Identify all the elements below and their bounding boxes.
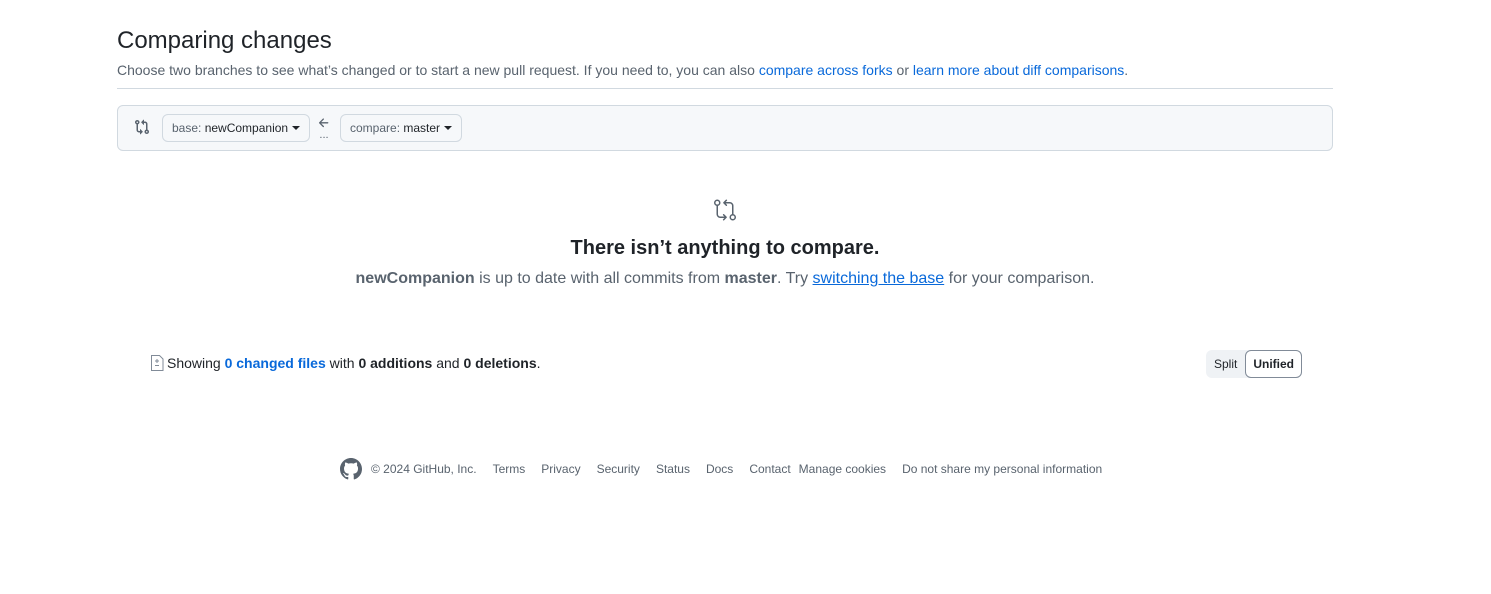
subtitle-or: or xyxy=(896,62,909,78)
range-editor: base: newCompanion ... compare: master xyxy=(117,105,1333,151)
base-branch-select[interactable]: base: newCompanion xyxy=(162,114,311,142)
base-branch-name: newCompanion xyxy=(204,121,289,135)
git-compare-icon xyxy=(713,198,737,222)
unified-view-button[interactable]: Unified xyxy=(1245,350,1303,378)
compare-prefix: compare: xyxy=(350,121,401,135)
subtitle-text: Choose two branches to see what’s change… xyxy=(117,62,755,78)
range-arrow: ... xyxy=(315,116,333,142)
range-dots: ... xyxy=(319,129,329,141)
caret-down-icon xyxy=(292,125,301,130)
showing-text: Showing xyxy=(167,355,221,371)
diff-summary: Showing 0 changed files with 0 additions… xyxy=(150,352,541,374)
footer-link-docs[interactable]: Docs xyxy=(706,462,733,476)
site-footer: © 2024 GitHub, Inc. Terms Privacy Securi… xyxy=(340,457,1118,481)
header-divider xyxy=(117,88,1333,89)
blankslate: There isn’t anything to compare. newComp… xyxy=(117,198,1333,290)
learn-more-link[interactable]: learn more about diff comparisons xyxy=(913,62,1124,78)
github-logo-icon[interactable] xyxy=(340,458,362,480)
footer-link-terms[interactable]: Terms xyxy=(493,462,526,476)
desc-text-3: for your comparison. xyxy=(948,270,1095,287)
blankslate-description: newCompanion is up to date with all comm… xyxy=(117,268,1333,290)
footer-link-manage-cookies[interactable]: Manage cookies xyxy=(799,462,886,476)
footer-link-security[interactable]: Security xyxy=(597,462,640,476)
page-title: Comparing changes xyxy=(117,27,332,54)
desc-text-2: . Try xyxy=(776,270,809,287)
additions-count: 0 additions xyxy=(358,355,433,371)
compare-branch-select[interactable]: compare: master xyxy=(340,114,463,142)
diff-view-toggle: Split Unified xyxy=(1206,350,1303,378)
head-branch-name: newCompanion xyxy=(355,270,475,287)
copyright: © 2024 GitHub, Inc. xyxy=(371,462,477,476)
base-branch-name: master xyxy=(724,270,777,287)
compare-branch-name: master xyxy=(403,121,441,135)
arrow-left-icon xyxy=(318,118,329,128)
page-header: Comparing changes Choose two branches to… xyxy=(117,26,1333,79)
base-prefix: base: xyxy=(172,121,202,135)
compare-across-forks-link[interactable]: compare across forks xyxy=(759,62,893,78)
toc-period: . xyxy=(536,355,541,371)
git-compare-icon xyxy=(134,119,150,135)
caret-down-icon xyxy=(444,125,453,130)
desc-text-1: is up to date with all commits from xyxy=(479,270,721,287)
changed-files-link[interactable]: 0 changed files xyxy=(225,355,326,371)
deletions-count: 0 deletions xyxy=(463,355,537,371)
and-text: and xyxy=(436,355,460,371)
subtitle-period: . xyxy=(1124,62,1129,78)
switch-base-link[interactable]: switching the base xyxy=(813,270,945,287)
footer-link-privacy[interactable]: Privacy xyxy=(541,462,580,476)
footer-link-status[interactable]: Status xyxy=(656,462,690,476)
split-view-button[interactable]: Split xyxy=(1206,350,1245,378)
page-subtitle: Choose two branches to see what’s change… xyxy=(117,61,1333,79)
with-text: with xyxy=(329,355,355,371)
file-diff-icon xyxy=(151,355,164,371)
footer-link-contact[interactable]: Contact xyxy=(749,462,790,476)
blankslate-title: There isn’t anything to compare. xyxy=(570,237,880,259)
footer-link-do-not-share[interactable]: Do not share my personal information xyxy=(902,462,1102,476)
